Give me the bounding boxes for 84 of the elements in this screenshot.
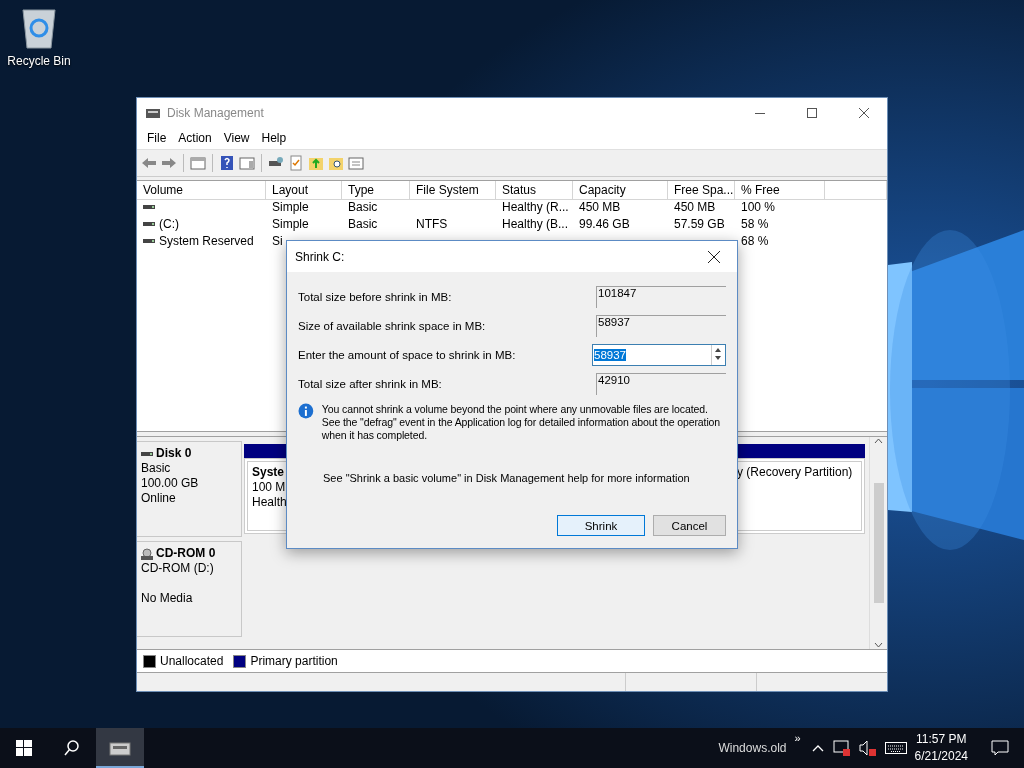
table-cell: Simple bbox=[272, 199, 309, 214]
field-label: Enter the amount of space to shrink in MB: bbox=[298, 348, 516, 361]
dialog-title: Shrink C: bbox=[295, 249, 345, 264]
menu-item[interactable]: View bbox=[217, 131, 256, 145]
table-cell: 99.46 GB bbox=[579, 216, 630, 231]
drive-icon bbox=[143, 203, 155, 210]
dialog-button[interactable]: Cancel bbox=[653, 515, 726, 536]
column-header[interactable]: Free Spa... bbox=[668, 181, 735, 200]
clock-time: 11:57 PM bbox=[916, 731, 967, 748]
disk-size: 100.00 GB bbox=[141, 476, 200, 491]
menu-item[interactable]: Help bbox=[255, 131, 293, 145]
close-icon bbox=[859, 107, 869, 118]
disk-status: No Media bbox=[141, 591, 194, 606]
legend-label: Primary partition bbox=[250, 654, 338, 668]
legend-label: Unallocated bbox=[160, 654, 224, 668]
scroll-down-icon bbox=[874, 640, 883, 649]
disk-name: CD-ROM 0 bbox=[156, 546, 216, 561]
table-cell: (C:) bbox=[159, 216, 179, 231]
column-header[interactable]: Capacity bbox=[573, 181, 668, 200]
windows-icon bbox=[16, 740, 32, 756]
clock-date: 6/21/2024 bbox=[914, 748, 968, 765]
field-label: Size of available shrink space in MB: bbox=[298, 319, 486, 332]
cd-drive-icon bbox=[141, 547, 153, 560]
drive-icon bbox=[141, 450, 153, 457]
toolbar-overflow[interactable]: » bbox=[794, 732, 801, 744]
table-cell: Simple bbox=[272, 216, 309, 231]
table-cell: NTFS bbox=[416, 216, 448, 231]
toolbar-label[interactable]: Windows.old bbox=[718, 741, 787, 755]
window-title: Disk Management bbox=[167, 105, 265, 120]
readonly-field: 58937 bbox=[596, 314, 726, 337]
keyboard-icon[interactable] bbox=[884, 741, 907, 755]
table-cell: Healthy (B... bbox=[502, 216, 569, 231]
speaker-muted-icon[interactable] bbox=[858, 740, 877, 756]
column-header[interactable]: Layout bbox=[266, 181, 342, 200]
notification-icon bbox=[991, 739, 1009, 757]
checklist-icon[interactable] bbox=[288, 155, 304, 171]
disk-name: Disk 0 bbox=[156, 446, 192, 461]
column-header[interactable]: File System bbox=[410, 181, 496, 200]
scrollbar[interactable] bbox=[869, 437, 887, 649]
drive-icon bbox=[143, 237, 155, 244]
table-cell: System Reserved bbox=[159, 233, 254, 248]
search-icon bbox=[64, 740, 80, 756]
menu-item[interactable]: Action bbox=[172, 131, 218, 145]
column-header[interactable]: Type bbox=[342, 181, 410, 200]
icon-label[interactable]: Recycle Bin bbox=[7, 54, 71, 68]
clock[interactable]: 11:57 PM 6/21/2024 bbox=[914, 731, 968, 765]
table-cell: Si bbox=[272, 233, 283, 248]
table-cell: 450 MB bbox=[674, 199, 716, 214]
info-text: You cannot shrink a volume beyond the point where any unmovable files are located. See the "defrag" event in the Application log for detailed information about the operation when it has completed. bbox=[321, 403, 722, 442]
scroll-up-icon bbox=[874, 437, 883, 446]
forward-icon[interactable] bbox=[161, 155, 177, 171]
recycle-bin-icon[interactable] bbox=[19, 6, 59, 50]
field-label: Total size after shrink in MB: bbox=[298, 377, 442, 390]
table-cell: 100 % bbox=[741, 199, 776, 214]
taskbar-app[interactable] bbox=[96, 728, 144, 768]
readonly-field: 42910 bbox=[596, 372, 726, 395]
table-cell: 450 MB bbox=[579, 199, 621, 214]
disk-type: CD-ROM (D:) bbox=[141, 561, 215, 576]
column-header[interactable]: % Free bbox=[735, 181, 825, 200]
readonly-field: 101847 bbox=[596, 285, 726, 308]
close-icon bbox=[708, 250, 720, 263]
help-icon[interactable] bbox=[219, 155, 235, 171]
table-cell: Basic bbox=[348, 199, 378, 214]
back-icon[interactable] bbox=[141, 155, 157, 171]
column-header[interactable]: Volume bbox=[137, 181, 266, 200]
menu-item[interactable]: File bbox=[141, 131, 173, 145]
table-cell: Basic bbox=[348, 216, 378, 231]
info-icon bbox=[298, 403, 314, 419]
table-cell: Healthy (R... bbox=[502, 199, 569, 214]
disk-type: Basic bbox=[141, 461, 172, 476]
empty-column-header bbox=[825, 181, 887, 200]
table-cell: 58 % bbox=[741, 216, 769, 231]
network-error-icon[interactable] bbox=[832, 740, 851, 756]
table-cell: 57.59 GB bbox=[674, 216, 725, 231]
shrink-amount-field[interactable]: 58937 bbox=[592, 343, 726, 366]
drive-icon bbox=[143, 220, 155, 227]
help-text: See "Shrink a basic volume" in Disk Management help for more information bbox=[323, 472, 691, 484]
table-cell: 68 % bbox=[741, 233, 769, 248]
column-header[interactable]: Status bbox=[496, 181, 573, 200]
disk-status: Online bbox=[141, 491, 177, 506]
folder-search-icon[interactable] bbox=[328, 155, 344, 171]
maximize-icon bbox=[807, 107, 817, 118]
field-label: Total size before shrink in MB: bbox=[298, 290, 452, 303]
dialog-button[interactable]: Shrink bbox=[557, 515, 645, 536]
